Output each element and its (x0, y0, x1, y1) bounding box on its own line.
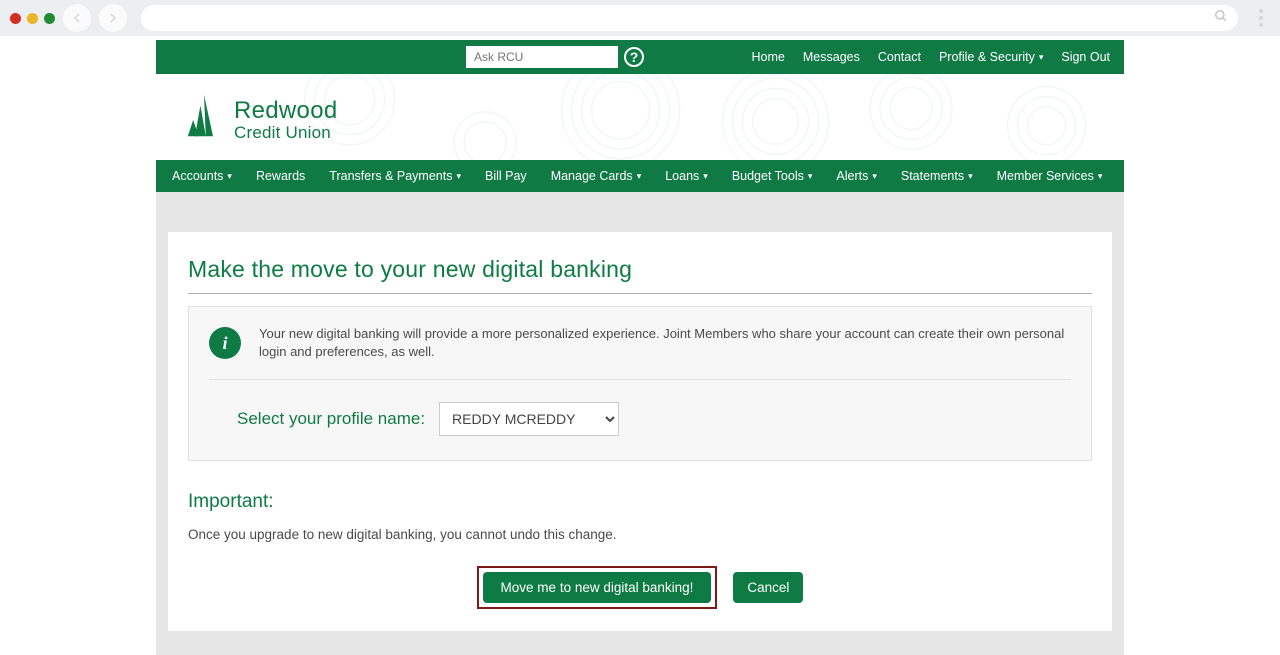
nav-rewards-label: Rewards (256, 169, 305, 183)
chevron-down-icon: ▾ (1039, 52, 1044, 63)
nav-budget-tools-label: Budget Tools (732, 169, 804, 183)
chevron-down-icon: ▾ (808, 171, 813, 182)
nav-transfers[interactable]: Transfers & Payments ▾ (329, 169, 461, 183)
close-window-icon[interactable] (10, 13, 21, 24)
utility-nav: ? Home Messages Contact Profile & Securi… (156, 40, 1124, 74)
nav-alerts[interactable]: Alerts ▾ (836, 169, 876, 183)
back-button[interactable] (63, 4, 91, 32)
profile-select-row: Select your profile name: REDDY MCREDDY (209, 380, 1071, 436)
window-controls (10, 13, 55, 24)
button-row: Move me to new digital banking! Cancel (188, 566, 1092, 609)
address-bar[interactable] (141, 5, 1238, 31)
chevron-down-icon: ▾ (227, 171, 232, 182)
nav-loans-label: Loans (665, 169, 699, 183)
nav-statements[interactable]: Statements ▾ (901, 169, 973, 183)
nav-messages-label: Messages (803, 50, 860, 64)
maximize-window-icon[interactable] (44, 13, 55, 24)
chevron-down-icon: ▾ (456, 171, 461, 182)
content-card: Make the move to your new digital bankin… (168, 232, 1112, 631)
nav-rewards[interactable]: Rewards (256, 169, 305, 183)
brand-text: Redwood Credit Union (234, 98, 338, 141)
chevron-down-icon: ▾ (1098, 171, 1103, 182)
browser-menu-icon[interactable] (1252, 9, 1270, 27)
ask-rcu-group: ? (466, 46, 644, 68)
important-text: Once you upgrade to new digital banking,… (188, 527, 1092, 542)
nav-member-services[interactable]: Member Services ▾ (997, 169, 1103, 183)
header-logo-area: Redwood Credit Union (156, 74, 1124, 160)
nav-sign-out[interactable]: Sign Out (1061, 50, 1110, 64)
page-title: Make the move to your new digital bankin… (188, 256, 1092, 283)
cancel-button[interactable]: Cancel (733, 572, 803, 603)
important-heading: Important: (188, 491, 1092, 513)
nav-profile-security[interactable]: Profile & Security ▾ (939, 50, 1043, 64)
nav-contact[interactable]: Contact (878, 50, 921, 64)
chevron-down-icon: ▾ (968, 171, 973, 182)
nav-loans[interactable]: Loans ▾ (665, 169, 708, 183)
nav-manage-cards[interactable]: Manage Cards ▾ (551, 169, 642, 183)
search-icon[interactable] (1214, 9, 1228, 28)
nav-sign-out-label: Sign Out (1061, 50, 1110, 64)
browser-chrome (0, 0, 1280, 36)
chevron-down-icon: ▾ (637, 171, 642, 182)
nav-messages[interactable]: Messages (803, 50, 860, 64)
chevron-down-icon: ▾ (703, 171, 708, 182)
profile-name-select[interactable]: REDDY MCREDDY (439, 402, 619, 436)
nav-bill-pay[interactable]: Bill Pay (485, 169, 527, 183)
info-panel: i Your new digital banking will provide … (188, 306, 1092, 461)
site-container: ? Home Messages Contact Profile & Securi… (156, 40, 1124, 655)
brand-line2: Credit Union (234, 124, 338, 142)
page-body: ? Home Messages Contact Profile & Securi… (0, 36, 1280, 655)
main-nav: Accounts ▾ Rewards Transfers & Payments … (156, 160, 1124, 192)
brand-line1: Redwood (234, 98, 338, 123)
nav-accounts[interactable]: Accounts ▾ (172, 169, 232, 183)
redwood-tree-icon (186, 92, 222, 148)
nav-accounts-label: Accounts (172, 169, 223, 183)
chevron-down-icon: ▾ (872, 171, 877, 182)
nav-home[interactable]: Home (752, 50, 785, 64)
primary-button-highlight: Move me to new digital banking! (477, 566, 718, 609)
info-icon: i (209, 327, 241, 359)
nav-manage-cards-label: Manage Cards (551, 169, 633, 183)
forward-button[interactable] (99, 4, 127, 32)
info-row: i Your new digital banking will provide … (209, 325, 1071, 380)
brand-logo[interactable]: Redwood Credit Union (156, 74, 1124, 160)
nav-member-services-label: Member Services (997, 169, 1094, 183)
nav-contact-label: Contact (878, 50, 921, 64)
nav-alerts-label: Alerts (836, 169, 868, 183)
help-icon[interactable]: ? (624, 47, 644, 67)
minimize-window-icon[interactable] (27, 13, 38, 24)
nav-budget-tools[interactable]: Budget Tools ▾ (732, 169, 813, 183)
utility-links: Home Messages Contact Profile & Security… (752, 50, 1110, 64)
nav-statements-label: Statements (901, 169, 964, 183)
move-to-digital-banking-button[interactable]: Move me to new digital banking! (483, 572, 712, 603)
nav-home-label: Home (752, 50, 785, 64)
title-divider (188, 293, 1092, 294)
nav-transfers-label: Transfers & Payments (329, 169, 452, 183)
ask-rcu-input[interactable] (466, 46, 618, 68)
nav-profile-security-label: Profile & Security (939, 50, 1035, 64)
info-text: Your new digital banking will provide a … (259, 325, 1071, 361)
nav-bill-pay-label: Bill Pay (485, 169, 527, 183)
select-profile-label: Select your profile name: (237, 409, 425, 429)
